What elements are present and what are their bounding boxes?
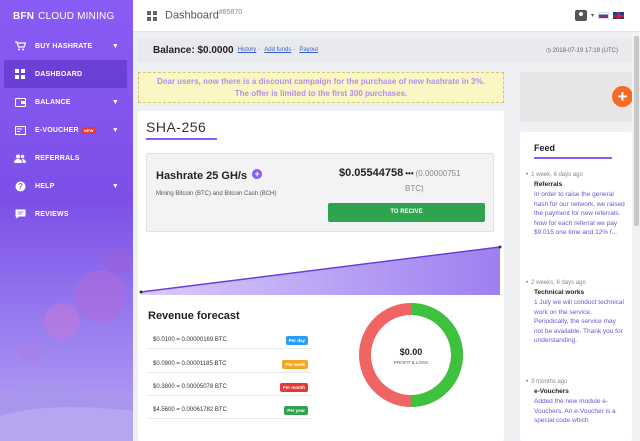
sidebar-item-label: HELP — [35, 182, 55, 190]
sidebar-item-balance[interactable]: BALANCE ▼ — [0, 88, 133, 116]
forecast-row: $0.0100 = 0.00000169 BTC Per day — [147, 332, 312, 349]
top-bar: Dashboard#85870 ▾ — [133, 0, 640, 32]
add-funds-link[interactable]: Add funds — [264, 47, 291, 53]
flag-ru-icon[interactable] — [598, 12, 609, 19]
hashrate-description: Mining Bitcoin (BTC) and Bitcoin Cash (B… — [156, 191, 277, 197]
mining-plan-card: SHA-256 Hashrate 25 GH/s + Mining Bitcoi… — [138, 111, 504, 441]
dashboard-icon — [13, 68, 27, 80]
forecast-value: $0.0100 = 0.00000169 BTC — [153, 337, 227, 343]
notice-line-2: The offer is limited to the first 300 pu… — [234, 89, 408, 98]
flag-uk-icon[interactable] — [613, 12, 624, 19]
title-underline — [146, 138, 217, 140]
period-badge: Per week — [282, 360, 308, 369]
algorithm-title: SHA-256 — [146, 119, 207, 135]
link-separator: - — [258, 47, 261, 53]
link-separator: - — [293, 47, 296, 53]
history-link[interactable]: History — [238, 47, 257, 53]
live-dots-icon: ••• — [405, 169, 414, 178]
chevron-down-icon: ▼ — [111, 98, 119, 106]
period-badge: Per year — [284, 406, 308, 415]
revenue-forecast-title: Revenue forecast — [148, 310, 240, 322]
user-menu-caret-icon[interactable]: ▾ — [591, 12, 594, 19]
sidebar-item-label: DASHBOARD — [35, 70, 83, 78]
balance-value: Balance: $0.0000 — [153, 44, 234, 56]
feed-item[interactable]: 2 weeks, 6 days ago Technical works 1 Ju… — [526, 280, 626, 346]
feed-item-body: Added the new module e-Vouchers. An e-Vo… — [534, 398, 616, 424]
hashrate-box: Hashrate 25 GH/s + Mining Bitcoin (BTC) … — [146, 153, 494, 232]
page-scrollbar-thumb[interactable] — [634, 36, 639, 226]
feed-item[interactable]: 3 months ago e-Vouchers Added the new mo… — [526, 379, 626, 426]
add-hashrate-plus-icon[interactable]: + — [252, 169, 263, 179]
user-icon[interactable] — [574, 10, 587, 21]
notice-line-1: Dear users, now there is a discount camp… — [157, 77, 485, 86]
feed-item-title: e-Vouchers — [534, 388, 569, 395]
feed-item-body: In order to raise the general hash for o… — [534, 191, 625, 236]
forecast-value: $0.0900 = 0.00001185 BTC — [153, 361, 227, 367]
sidebar-item-buy-hashrate[interactable]: BUY HASHRATE ▼ — [0, 32, 133, 60]
mining-progress-graphic — [139, 245, 502, 295]
chevron-down-icon: ▼ — [111, 182, 119, 190]
clock-icon: ◷ — [545, 47, 553, 54]
forecast-value: $0.3800 = 0.00005078 BTC — [153, 384, 227, 390]
wallet-icon — [13, 96, 27, 108]
add-plus-button[interactable]: + — [612, 86, 633, 107]
chevron-down-icon: ▼ — [111, 42, 119, 50]
news-feed: Feed 1 week, 6 days ago Referrals In ord… — [520, 132, 632, 441]
brand-bold: BFN — [13, 10, 35, 22]
brand-rest: CLOUD MINING — [38, 10, 115, 22]
feed-item-title: Technical works — [534, 289, 585, 296]
forecast-row: $0.3800 = 0.00005078 BTC Per month — [147, 379, 312, 396]
sidebar-background-scenery — [0, 247, 133, 441]
receive-button[interactable]: TO RECIVE — [328, 203, 485, 222]
period-badge: Per day — [285, 336, 308, 345]
forecast-row: $4.5600 = 0.00061782 BTC Per year — [147, 402, 312, 419]
balance-bar: Balance: $0.0000 History - Add funds - P… — [138, 38, 632, 62]
donut-amount: $0.00 — [399, 347, 423, 357]
sidebar-item-e-voucher[interactable]: E-VOUCHER NEW ▼ — [0, 116, 133, 144]
donut-label: PROFIT & LOSS — [394, 360, 428, 365]
sidebar-item-label: REVIEWS — [35, 210, 69, 218]
feed-title: Feed — [534, 143, 556, 153]
sidebar-item-dashboard[interactable]: DASHBOARD — [4, 60, 127, 88]
forecast-value: $4.5600 = 0.00061782 BTC — [153, 407, 227, 413]
feed-item-title: Referrals — [534, 181, 563, 188]
sidebar-item-reviews[interactable]: REVIEWS — [0, 200, 133, 228]
feed-item[interactable]: 1 week, 6 days ago Referrals In order to… — [526, 172, 626, 238]
earnings-value: $0.05544758 ••• (0.00000751 — [339, 167, 461, 179]
brand-logo[interactable]: BFN CLOUD MINING — [0, 0, 133, 32]
users-icon — [13, 152, 27, 164]
top-bar-actions: ▾ — [574, 10, 624, 21]
sidebar-item-label: BALANCE — [35, 98, 71, 106]
voucher-icon — [13, 124, 27, 136]
payout-link[interactable]: Payout — [299, 47, 318, 53]
sidebar-item-label: BUY HASHRATE — [35, 42, 93, 50]
new-badge: NEW — [81, 126, 96, 134]
sidebar-item-label: E-VOUCHER — [35, 126, 79, 134]
help-icon: ? — [13, 180, 27, 192]
sidebar: BFN CLOUD MINING BUY HASHRATE ▼ DASHBOAR… — [0, 0, 133, 441]
svg-text:?: ? — [17, 182, 22, 191]
period-badge: Per month — [279, 383, 308, 392]
hashrate-title: Hashrate 25 GH/s + — [156, 169, 263, 182]
chevron-down-icon: ▼ — [111, 126, 119, 134]
sidebar-item-help[interactable]: ? HELP ▼ — [0, 172, 133, 200]
sidebar-nav: BUY HASHRATE ▼ DASHBOARD BALANCE ▼ E-VOU… — [0, 32, 133, 228]
forecast-row: $0.0900 = 0.00001185 BTC Per week — [147, 356, 312, 373]
feed-title-underline — [534, 157, 612, 159]
sidebar-item-label: REFERRALS — [35, 154, 80, 162]
earnings-btc-unit: BTC) — [405, 184, 424, 193]
cart-icon — [13, 40, 27, 52]
feed-item-time: 3 months ago — [526, 379, 626, 385]
campaign-notice: Dear users, now there is a discount camp… — [138, 72, 504, 103]
page-title: Dashboard#85870 — [165, 9, 243, 22]
sidebar-item-referrals[interactable]: REFERRALS — [0, 144, 133, 172]
server-time: ◷ 2018-07-19 17:19 (UTC) — [545, 47, 618, 54]
feed-item-body: 1 July we will conduct technical work on… — [534, 299, 624, 344]
account-id: #85870 — [218, 9, 243, 17]
dashboard-grid-icon — [147, 10, 157, 21]
feed-item-time: 1 week, 6 days ago — [526, 172, 626, 178]
chat-icon — [13, 208, 27, 220]
feed-item-time: 2 weeks, 6 days ago — [526, 280, 626, 286]
